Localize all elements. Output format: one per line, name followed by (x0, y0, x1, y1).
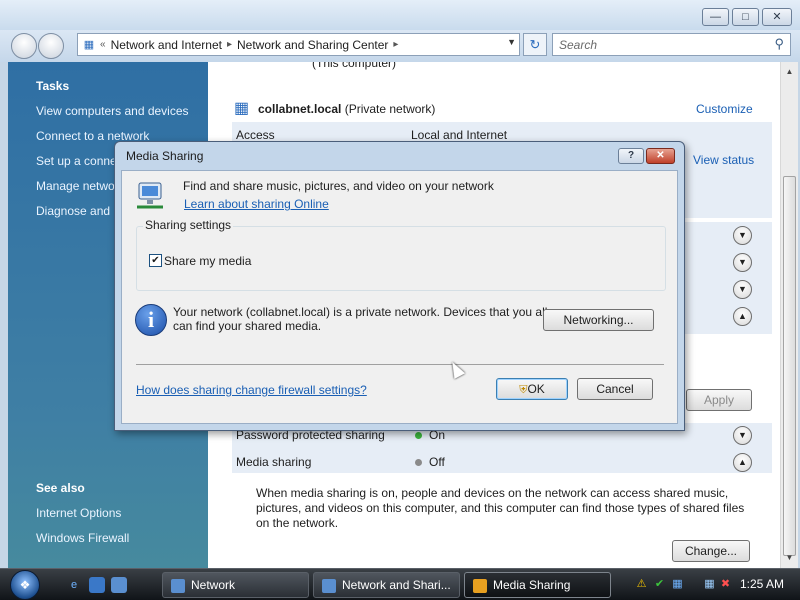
customize-link[interactable]: Customize (696, 102, 753, 116)
scroll-thumb[interactable] (783, 176, 796, 556)
collapse-chevron-icon[interactable]: ▲ (733, 453, 752, 472)
firewall-settings-link[interactable]: How does sharing change firewall setting… (136, 383, 367, 397)
taskbar: ❖ e Network Network and Shari... Media S… (0, 568, 800, 600)
internet-explorer-icon[interactable]: e (66, 577, 82, 593)
network-tray-icon[interactable]: ▦ (670, 577, 685, 592)
task-network-sharing-label: Network and Shari... (342, 578, 451, 592)
minimize-button[interactable]: — (702, 8, 729, 26)
address-bar[interactable]: ▦ « Network and Internet ▸ Network and S… (77, 33, 520, 56)
network-name: collabnet.local (258, 102, 342, 116)
sharing-settings-label: Sharing settings (143, 218, 234, 232)
volume-muted-icon[interactable]: ✖ (718, 577, 733, 592)
search-icon[interactable]: ⚲ (774, 36, 784, 52)
address-dropdown-icon[interactable]: ▼ (507, 37, 516, 47)
refresh-button[interactable]: ↻ (523, 33, 547, 56)
task-network[interactable]: Network (162, 572, 309, 598)
breadcrumb-network-and-sharing-center[interactable]: Network and Sharing Center (232, 38, 393, 52)
status-on-icon (415, 432, 422, 440)
dialog-title: Media Sharing (126, 149, 204, 163)
scroll-down-icon[interactable]: ▼ (782, 550, 797, 565)
see-also-heading: See also (36, 481, 85, 495)
breadcrumb-network-and-internet[interactable]: Network and Internet (106, 38, 227, 52)
collapse-chevron-icon[interactable]: ▲ (733, 307, 752, 326)
view-status-link[interactable]: View status (693, 153, 754, 167)
task-media-sharing[interactable]: Media Sharing (464, 572, 611, 598)
search-input[interactable]: Search ⚲ (552, 33, 791, 56)
media-network-icon (135, 180, 167, 210)
media-sharing-status: Off (415, 455, 445, 469)
info-text-line2: can find your shared media. (173, 319, 322, 333)
dialog-close-button[interactable]: ✕ (646, 148, 675, 164)
info-text-line1: Your network (collabnet.local) is a priv… (173, 305, 563, 319)
task-view-computers[interactable]: View computers and devices (36, 104, 189, 118)
start-button[interactable]: ❖ (10, 570, 40, 600)
media-sharing-value: Off (429, 455, 445, 469)
tasks-heading: Tasks (36, 79, 70, 93)
media-sharing-label: Media sharing (236, 455, 312, 469)
maximize-button[interactable]: □ (732, 8, 759, 26)
learn-about-sharing-link[interactable]: Learn about sharing Online (184, 197, 329, 211)
cancel-button[interactable]: Cancel (577, 378, 653, 400)
expand-chevron-icon[interactable]: ▼ (733, 280, 752, 299)
task-media-sharing-label: Media Sharing (493, 578, 571, 592)
network-icon: ▦ (83, 39, 95, 51)
search-placeholder: Search (559, 38, 598, 52)
media-sharing-description: When media sharing is on, people and dev… (256, 486, 745, 530)
media-player-icon (473, 578, 487, 593)
share-my-media-label[interactable]: Share my media (164, 254, 251, 268)
security-alert-icon[interactable]: ⚠ (634, 577, 649, 592)
network-name-row: collabnet.local (Private network) (258, 102, 435, 116)
clock[interactable]: 1:25 AM (740, 577, 784, 591)
share-my-media-checkbox[interactable]: ✔ (149, 254, 162, 267)
task-network-sharing-center[interactable]: Network and Shari... (313, 572, 460, 598)
link-windows-firewall[interactable]: Windows Firewall (36, 531, 129, 545)
expand-chevron-icon[interactable]: ▼ (733, 253, 752, 272)
networking-button[interactable]: Networking... (543, 309, 654, 331)
switch-windows-icon[interactable] (111, 577, 127, 593)
network-folder-icon (171, 578, 185, 593)
network-type: (Private network) (344, 102, 436, 116)
change-button[interactable]: Change... (672, 540, 750, 562)
dialog-separator (136, 364, 664, 365)
info-icon: i (135, 304, 167, 336)
status-off-icon (415, 459, 422, 467)
sharing-settings-group: Sharing settings ✔ Share my media (136, 218, 666, 291)
media-sharing-dialog: Media Sharing ? ✕ Find and share music, … (114, 141, 685, 431)
breadcrumb-separator-icon[interactable]: ▸ (393, 39, 398, 50)
forward-button[interactable] (38, 33, 64, 59)
access-value: Local and Internet (411, 128, 508, 142)
access-label: Access (236, 128, 275, 142)
link-internet-options[interactable]: Internet Options (36, 506, 121, 520)
this-computer-label: (This computer) (312, 62, 397, 70)
close-button[interactable]: ✕ (762, 8, 792, 26)
scroll-up-icon[interactable]: ▲ (782, 64, 797, 79)
shield-check-icon[interactable]: ✔ (652, 577, 667, 592)
dialog-body: Find and share music, pictures, and vide… (121, 170, 678, 424)
dialog-intro-text: Find and share music, pictures, and vide… (183, 179, 494, 193)
back-button[interactable] (11, 33, 37, 59)
expand-chevron-icon[interactable]: ▼ (733, 226, 752, 245)
navigation-bar: ▦ « Network and Internet ▸ Network and S… (0, 30, 800, 62)
network-folder-icon (322, 578, 336, 593)
scrollbar[interactable]: ▲ ▼ (780, 62, 798, 568)
ok-button[interactable]: ⛨OK (496, 378, 568, 400)
window-titlebar: — □ ✕ (0, 0, 800, 30)
network-status-icon[interactable]: ▦ (702, 577, 717, 592)
show-desktop-icon[interactable] (89, 577, 105, 593)
help-button[interactable]: ? (618, 148, 644, 164)
apply-button[interactable]: Apply (686, 389, 752, 411)
task-network-label: Network (191, 578, 236, 592)
ok-button-label: OK (527, 382, 545, 396)
network-icon: ▦ (234, 100, 250, 117)
expand-chevron-icon[interactable]: ▼ (733, 426, 752, 445)
